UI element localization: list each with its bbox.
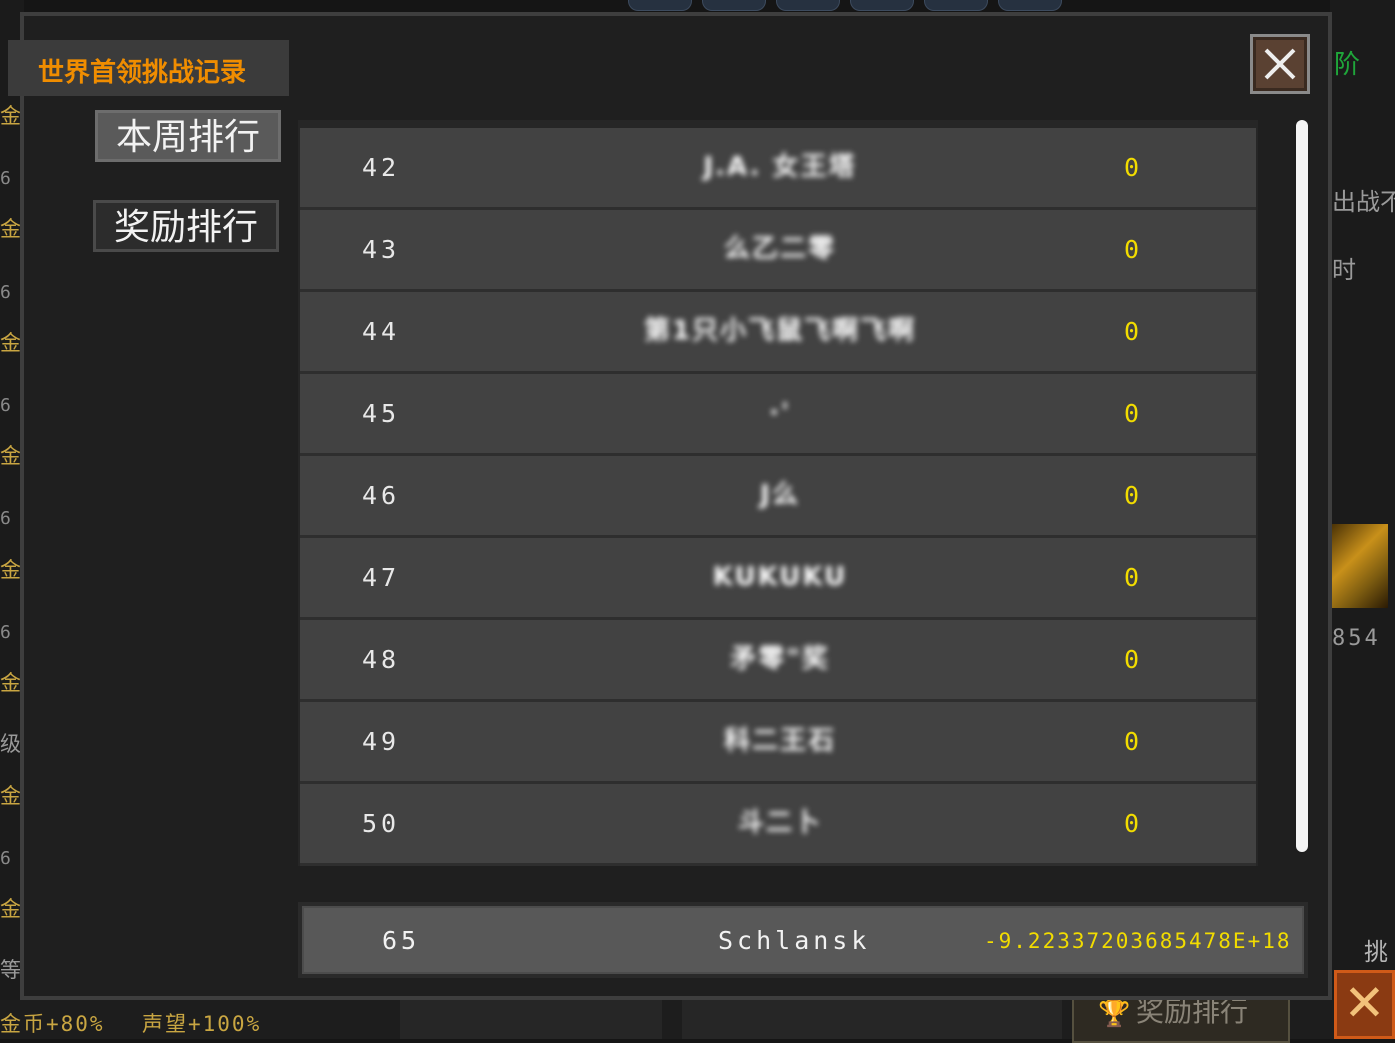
background-tab bbox=[628, 0, 692, 11]
rank-cell: 49 bbox=[362, 727, 401, 756]
background-tab bbox=[776, 0, 840, 11]
score-cell: 0 bbox=[1124, 727, 1140, 756]
ranking-list[interactable]: 42 J.A. 女王塔 0 43 么乙二零 0 44 第1只小飞鼠飞啊飞啊 0 … bbox=[298, 120, 1258, 866]
player-name-cell: 斗二卜 bbox=[737, 808, 822, 838]
player-name-cell: 矛零"奖 bbox=[730, 644, 830, 674]
score-cell: 0 bbox=[1124, 563, 1140, 592]
score-cell: 0 bbox=[1124, 235, 1140, 264]
player-name-cell: 么乙二零 bbox=[723, 234, 836, 264]
table-row: 42 J.A. 女王塔 0 bbox=[300, 128, 1256, 210]
rank-cell: 47 bbox=[362, 563, 401, 592]
background-label: 金 bbox=[0, 897, 21, 921]
rank-cell: 44 bbox=[362, 317, 401, 346]
background-label: 时 bbox=[1332, 256, 1356, 284]
gold-bonus-label: 金币+80% bbox=[0, 1012, 105, 1036]
background-tab bbox=[998, 0, 1062, 11]
table-row: 48 矛零"奖 0 bbox=[300, 620, 1256, 702]
table-row: 46 J么 0 bbox=[300, 456, 1256, 538]
score-cell: 0 bbox=[1124, 809, 1140, 838]
my-score-cell: -9.22337203685478E+18 bbox=[984, 929, 1292, 953]
tab-weekly-ranking[interactable]: 本周排行 bbox=[95, 110, 281, 162]
rank-cell: 45 bbox=[362, 399, 401, 428]
table-row: 50 斗二卜 0 bbox=[300, 784, 1256, 866]
table-row: 44 第1只小飞鼠飞啊飞啊 0 bbox=[300, 292, 1256, 374]
rank-cell: 43 bbox=[362, 235, 401, 264]
background-label: 金 bbox=[0, 671, 21, 695]
background-tab bbox=[924, 0, 988, 11]
background-label: 等 bbox=[0, 958, 21, 982]
close-button[interactable] bbox=[1250, 34, 1310, 94]
rank-cell: 42 bbox=[362, 153, 401, 182]
player-name-cell: KUKUKU bbox=[712, 562, 848, 592]
background-label: 金 bbox=[0, 331, 21, 355]
background-challenge-label: 挑 bbox=[1364, 938, 1388, 966]
background-panel bbox=[682, 1000, 1062, 1039]
background-tab bbox=[702, 0, 766, 11]
player-name-cell: 第1只小飞鼠飞啊飞啊 bbox=[643, 316, 917, 346]
tab-reward-ranking[interactable]: 奖励排行 bbox=[93, 200, 279, 252]
rank-cell: 48 bbox=[362, 645, 401, 674]
player-name-cell: J么 bbox=[760, 480, 800, 510]
background-label: 金 bbox=[0, 217, 21, 241]
background-tab bbox=[850, 0, 914, 11]
background-panel bbox=[400, 1000, 662, 1039]
background-label: 6 bbox=[0, 622, 11, 643]
trophy-icon: 🏆 bbox=[1098, 999, 1131, 1029]
boss-portrait bbox=[1332, 524, 1388, 608]
player-name-cell: J.A. 女王塔 bbox=[703, 152, 857, 182]
background-right-column bbox=[1330, 0, 1395, 1039]
background-label: 6 bbox=[0, 168, 11, 189]
modal-title: 世界首领挑战记录 bbox=[38, 58, 247, 88]
background-label: 金 bbox=[0, 444, 21, 468]
background-label: 金 bbox=[0, 558, 21, 582]
crossed-swords-icon: ✕ bbox=[1334, 970, 1395, 1039]
table-row: 49 科二王石 0 bbox=[300, 702, 1256, 784]
close-icon bbox=[1264, 48, 1296, 80]
background-label: 6 bbox=[0, 508, 11, 529]
background-number: 854 bbox=[1332, 626, 1381, 651]
rank-cell: 50 bbox=[362, 809, 401, 838]
player-name-cell: 科二王石 bbox=[723, 726, 836, 756]
table-row: 43 么乙二零 0 bbox=[300, 210, 1256, 292]
background-label: 金 bbox=[0, 104, 21, 128]
player-name-cell: ·' bbox=[769, 398, 791, 428]
prestige-bonus-label: 声望+100% bbox=[142, 1012, 262, 1036]
background-label: 6 bbox=[0, 282, 11, 303]
background-label: 级 bbox=[0, 732, 21, 756]
score-cell: 0 bbox=[1124, 153, 1140, 182]
background-label: 6 bbox=[0, 848, 11, 869]
background-label: 金 bbox=[0, 784, 21, 808]
background-label: 出战不 bbox=[1332, 188, 1395, 216]
score-cell: 0 bbox=[1124, 645, 1140, 674]
scrollbar-thumb[interactable] bbox=[1296, 120, 1308, 852]
my-name-cell: Schlansk bbox=[718, 926, 871, 955]
background-label: 6 bbox=[0, 395, 11, 416]
rank-cell: 46 bbox=[362, 481, 401, 510]
background-rank-label: 阶 bbox=[1334, 50, 1361, 80]
my-rank-row: 65 Schlansk -9.22337203685478E+18 bbox=[298, 902, 1308, 978]
my-rank-cell: 65 bbox=[382, 926, 421, 955]
score-cell: 0 bbox=[1124, 399, 1140, 428]
score-cell: 0 bbox=[1124, 317, 1140, 346]
score-cell: 0 bbox=[1124, 481, 1140, 510]
table-row: 47 KUKUKU 0 bbox=[300, 538, 1256, 620]
table-row: 45 ·' 0 bbox=[300, 374, 1256, 456]
